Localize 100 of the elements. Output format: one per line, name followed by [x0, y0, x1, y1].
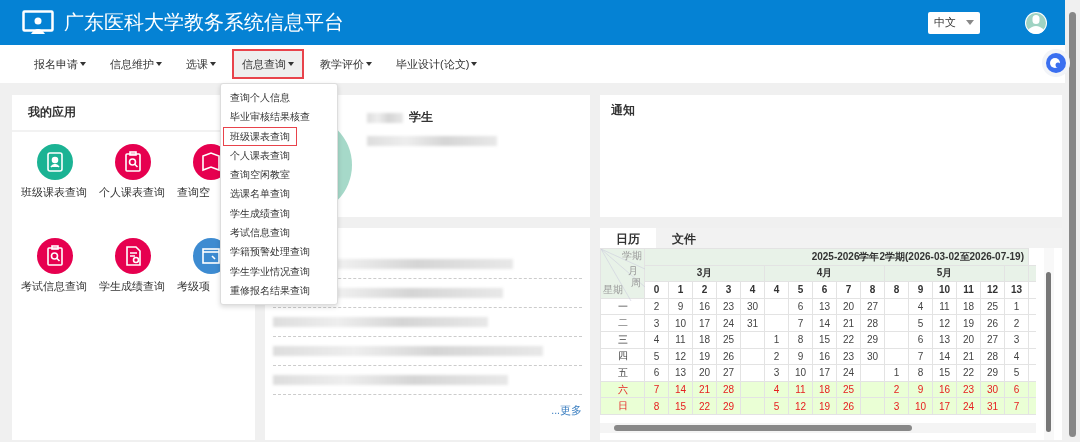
user-role: 学生 [409, 109, 433, 126]
date-cell: 12 [794, 400, 807, 412]
date-cell: 10 [674, 317, 687, 329]
date-cell: 3 [653, 317, 660, 329]
date-cell: 8 [797, 334, 804, 346]
date-cell: 15 [674, 400, 687, 412]
date-cell: 21 [962, 350, 975, 362]
date-cell: 3 [893, 400, 900, 412]
dropdown-menu-item[interactable]: 学籍预警处理查询 [223, 242, 317, 262]
tab[interactable]: 文件 [656, 228, 712, 248]
date-cell: 31 [746, 317, 759, 329]
date-cell: 13 [818, 301, 831, 313]
date-cell: 28 [722, 384, 735, 396]
date-cell: 5 [917, 317, 924, 329]
date-cell: 13 [674, 367, 687, 379]
date-cell: 27 [722, 367, 735, 379]
date-cell: 19 [818, 400, 831, 412]
date-cell: 25 [722, 334, 735, 346]
date-cell: 6 [1013, 384, 1020, 396]
header-label: 周 [631, 277, 641, 290]
nav-menu-item[interactable]: 选课 [174, 49, 228, 79]
date-cell: 2 [1013, 317, 1020, 329]
nav-menu-item[interactable]: 信息维护 [98, 49, 174, 79]
header-label: 星期 [603, 283, 623, 297]
nav-menu-item[interactable]: 毕业设计(论文) [384, 49, 490, 79]
date-cell: 7 [653, 384, 660, 396]
nav-menu-item[interactable]: 教学评价 [308, 49, 384, 79]
date-cell: 18 [698, 334, 711, 346]
date-cell: 21 [698, 384, 711, 396]
date-cell: 2 [773, 350, 780, 362]
date-cell: 20 [962, 334, 975, 346]
date-cell: 24 [962, 400, 975, 412]
nav-menu-item[interactable]: 报名申请 [22, 49, 98, 79]
date-cell: 18 [962, 301, 975, 313]
dropdown-menu-item[interactable]: 学生成绩查询 [223, 203, 297, 224]
date-cell: 5 [773, 400, 780, 412]
app-label[interactable]: 个人课表查询 [99, 185, 167, 200]
date-cell: 23 [722, 301, 735, 313]
date-cell: 24 [842, 367, 855, 379]
date-cell: 28 [986, 350, 999, 362]
date-cell: 4 [917, 301, 924, 313]
date-cell: 22 [842, 334, 855, 346]
date-cell: 3 [1013, 334, 1020, 346]
date-cell: 10 [914, 400, 927, 412]
date-cell: 17 [698, 317, 711, 329]
date-cell: 11 [795, 384, 806, 396]
date-cell: 23 [842, 350, 855, 362]
date-cell: 2 [653, 301, 660, 313]
date-cell: 23 [962, 384, 975, 396]
language-select[interactable]: 中文 [928, 11, 980, 34]
date-cell: 6 [797, 301, 804, 313]
date-cell: 13 [938, 334, 951, 346]
date-cell: 12 [938, 317, 951, 329]
date-cell: 16 [818, 350, 831, 362]
date-cell: 26 [986, 317, 999, 329]
date-cell: 29 [866, 334, 879, 346]
date-cell: 24 [722, 317, 735, 329]
term-header: 2025-2026学年2学期(2026-03-02至2026-07-19) [644, 248, 1029, 266]
date-cell: 19 [698, 350, 711, 362]
date-cell: 4 [1013, 350, 1020, 362]
date-cell: 16 [938, 384, 951, 396]
date-cell: 28 [866, 317, 879, 329]
header-label: 学期 [622, 250, 642, 263]
tab[interactable]: 日历 [600, 228, 656, 248]
date-cell: 1 [773, 334, 780, 346]
app-label[interactable]: 考试信息查询 [21, 279, 89, 294]
dropdown-menu-item[interactable]: 考试信息查询 [223, 223, 297, 243]
date-cell: 19 [962, 317, 975, 329]
date-cell: 5 [1013, 367, 1020, 379]
date-cell: 15 [818, 334, 831, 346]
app-label[interactable]: 班级课表查询 [21, 185, 89, 200]
app-label[interactable]: 学生成绩查询 [99, 279, 167, 294]
date-cell: 22 [698, 400, 711, 412]
date-cell: 17 [938, 400, 951, 412]
date-cell: 12 [674, 350, 687, 362]
site-title: 广东医科大学教务系统信息平台 [64, 10, 345, 35]
date-cell: 30 [866, 350, 879, 362]
dropdown-menu-item[interactable]: 学生学业情况查询 [223, 261, 317, 281]
date-cell: 14 [938, 350, 951, 362]
date-cell: 6 [653, 367, 660, 379]
date-cell: 3 [773, 367, 780, 379]
date-cell: 20 [698, 367, 711, 379]
date-cell: 6 [917, 334, 924, 346]
date-cell: 30 [746, 301, 759, 313]
date-cell: 14 [674, 384, 687, 396]
date-cell: 26 [722, 350, 735, 362]
date-cell: 16 [698, 301, 711, 313]
date-cell: 7 [1013, 400, 1020, 412]
date-cell: 2 [893, 384, 900, 396]
date-cell: 10 [794, 367, 807, 379]
nav-menu-item[interactable]: 信息查询 [232, 49, 304, 79]
date-cell: 9 [917, 384, 924, 396]
panel-title: 通知 [610, 102, 636, 119]
dropdown-menu-item[interactable]: 重修报名结果查询 [223, 280, 317, 301]
date-cell: 8 [917, 367, 924, 379]
date-cell: 29 [986, 367, 999, 379]
date-cell: 14 [818, 317, 831, 329]
more-link[interactable]: ...更多 [551, 404, 582, 418]
date-cell: 21 [842, 317, 855, 329]
date-cell: 7 [917, 350, 924, 362]
